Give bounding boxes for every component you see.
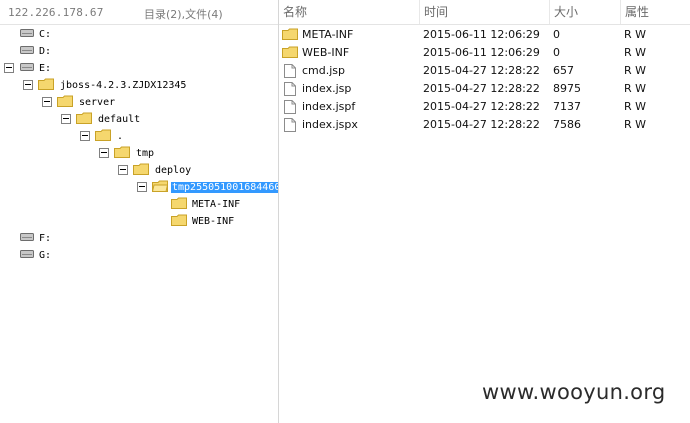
file-icon [284, 118, 296, 132]
collapse-icon[interactable] [23, 80, 33, 90]
file-size: 657 [553, 64, 574, 77]
folder-icon [282, 28, 298, 40]
folder-icon [114, 146, 130, 158]
tree-item-tmp[interactable]: tmp [99, 144, 155, 161]
file-attr: R W [624, 46, 647, 59]
tree-item-g-drive[interactable]: G: [20, 246, 52, 263]
file-size: 7586 [553, 118, 581, 131]
file-time: 2015-06-11 12:06:29 [423, 28, 540, 41]
folder-icon [95, 129, 111, 141]
drive-icon [20, 233, 34, 241]
watermark: www.wooyun.org [482, 380, 666, 404]
file-time: 2015-04-27 12:28:22 [423, 82, 540, 95]
tree-item-d-drive[interactable]: D: [20, 42, 52, 59]
tree-item-label: deploy [155, 165, 192, 176]
tree-item-web-inf[interactable]: WEB-INF [171, 212, 235, 229]
tree-item-server[interactable]: server [42, 93, 116, 110]
file-attr: R W [624, 28, 647, 41]
column-header-name[interactable]: 名称 [279, 0, 420, 24]
tree-header: 122.226.178.67 目录(2),文件(4) [0, 0, 278, 25]
item-counts: 目录(2),文件(4) [144, 8, 223, 21]
collapse-icon[interactable] [99, 148, 109, 158]
tree-item-e-drive[interactable]: E: [4, 59, 52, 76]
column-header-attr[interactable]: 属性 [621, 0, 690, 24]
file-name: index.jsp [302, 82, 352, 95]
file-row[interactable]: WEB-INF 2015-06-11 12:06:29 0 R W [279, 44, 690, 62]
file-row[interactable]: cmd.jsp 2015-04-27 12:28:22 657 R W [279, 62, 690, 80]
tree-item-f-drive[interactable]: F: [20, 229, 52, 246]
file-row[interactable]: index.jspx 2015-04-27 12:28:22 7586 R W [279, 116, 690, 134]
file-time: 2015-06-11 12:06:29 [423, 46, 540, 59]
file-list-pane: 名称 时间 大小 属性 META-INF 2015-06-11 12:06:29… [279, 0, 690, 423]
file-row[interactable]: META-INF 2015-06-11 12:06:29 0 R W [279, 26, 690, 44]
file-attr: R W [624, 118, 647, 131]
tree-item-label: tmp [136, 148, 155, 159]
tree-item-label: G: [39, 250, 52, 261]
file-size: 0 [553, 46, 560, 59]
folder-icon [76, 112, 92, 124]
file-attr: R W [624, 100, 647, 113]
tree-item-meta-inf[interactable]: META-INF [171, 195, 241, 212]
tree-item-label: server [79, 97, 116, 108]
file-attr: R W [624, 64, 647, 77]
file-name: index.jspx [302, 118, 358, 131]
file-size: 7137 [553, 100, 581, 113]
directory-tree-pane: 122.226.178.67 目录(2),文件(4) C: D: E: jbos… [0, 0, 279, 423]
file-name: cmd.jsp [302, 64, 346, 77]
tree-item-tmp-selected[interactable]: tmp255051001684460 [137, 178, 278, 195]
folder-icon [133, 163, 149, 175]
file-list-header: 名称 时间 大小 属性 [279, 0, 690, 25]
collapse-icon[interactable] [4, 63, 14, 73]
tree-item-c-drive[interactable]: C: [20, 25, 52, 42]
folder-icon [57, 95, 73, 107]
tree-item-label: C: [39, 29, 52, 40]
folder-icon [282, 46, 298, 58]
file-name: META-INF [302, 28, 354, 41]
drive-icon [20, 63, 34, 71]
file-time: 2015-04-27 12:28:22 [423, 118, 540, 131]
tree-item-jboss[interactable]: jboss-4.2.3.ZJDX12345 [23, 76, 187, 93]
file-name: index.jspf [302, 100, 356, 113]
drive-icon [20, 29, 34, 37]
tree-item-label: default [98, 114, 141, 125]
tree-item-label: E: [39, 63, 52, 74]
folder-icon [171, 214, 187, 226]
drive-icon [20, 46, 34, 54]
column-header-time[interactable]: 时间 [420, 0, 550, 24]
open-folder-icon [152, 180, 168, 192]
file-row[interactable]: index.jsp 2015-04-27 12:28:22 8975 R W [279, 80, 690, 98]
file-size: 0 [553, 28, 560, 41]
collapse-icon[interactable] [80, 131, 90, 141]
tree-item-label: META-INF [192, 199, 241, 210]
tree-item-label: . [117, 131, 124, 142]
collapse-icon[interactable] [118, 165, 128, 175]
tree-item-label: F: [39, 233, 52, 244]
folder-icon [171, 197, 187, 209]
tree-item-label: tmp255051001684460 [171, 182, 278, 193]
tree-item-deploy[interactable]: deploy [118, 161, 192, 178]
tree-item-default[interactable]: default [61, 110, 141, 127]
file-attr: R W [624, 82, 647, 95]
tree-item-label: jboss-4.2.3.ZJDX12345 [60, 80, 187, 91]
collapse-icon[interactable] [61, 114, 71, 124]
file-time: 2015-04-27 12:28:22 [423, 64, 540, 77]
file-icon [284, 64, 296, 78]
collapse-icon[interactable] [42, 97, 52, 107]
tree-item-dot[interactable]: . [80, 127, 124, 144]
drive-icon [20, 250, 34, 258]
file-icon [284, 82, 296, 96]
host-ip: 122.226.178.67 [8, 6, 104, 19]
file-time: 2015-04-27 12:28:22 [423, 100, 540, 113]
collapse-icon[interactable] [137, 182, 147, 192]
folder-icon [38, 78, 54, 90]
file-size: 8975 [553, 82, 581, 95]
file-row[interactable]: index.jspf 2015-04-27 12:28:22 7137 R W [279, 98, 690, 116]
tree-item-label: WEB-INF [192, 216, 235, 227]
column-header-size[interactable]: 大小 [550, 0, 621, 24]
file-name: WEB-INF [302, 46, 350, 59]
file-icon [284, 100, 296, 114]
tree-item-label: D: [39, 46, 52, 57]
